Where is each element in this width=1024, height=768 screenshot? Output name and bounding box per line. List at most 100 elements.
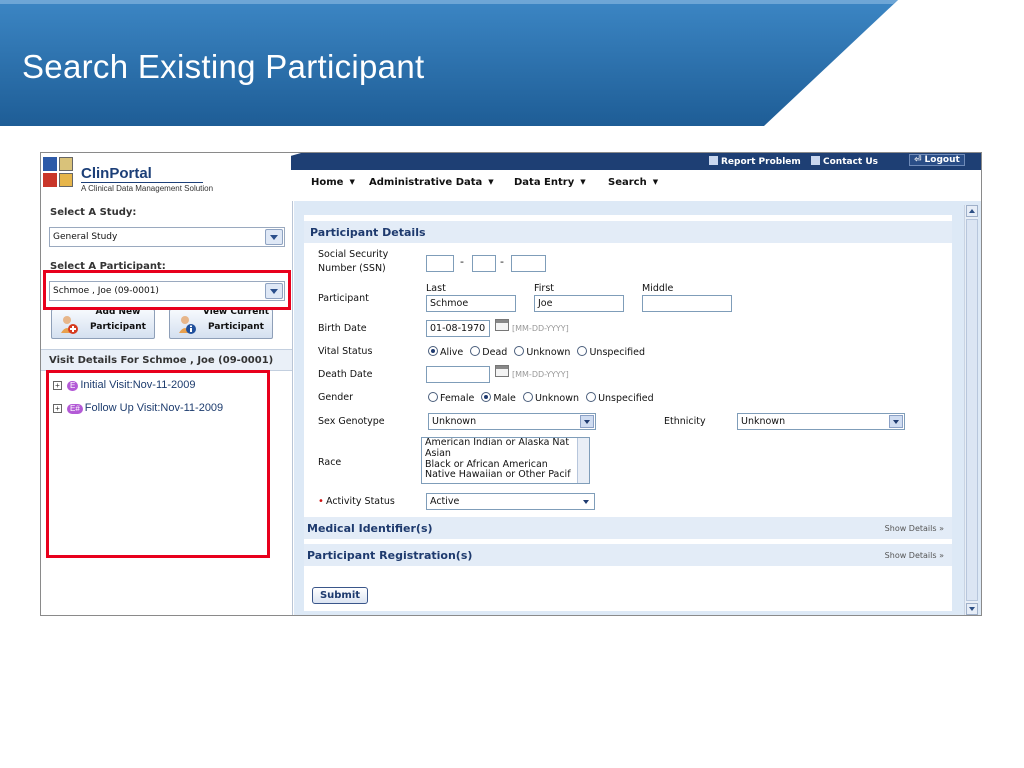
participant-registrations-header[interactable]: Participant Registration(s) Show Details… bbox=[304, 544, 952, 566]
show-details-toggle[interactable]: Show Details » bbox=[885, 551, 944, 560]
ssn-part3-input[interactable] bbox=[511, 255, 546, 272]
last-name-input[interactable]: Schmoe bbox=[426, 295, 516, 312]
sex-genotype-label: Sex Genotype bbox=[318, 416, 385, 427]
date-format-hint: [MM-DD-YYYY] bbox=[512, 370, 569, 379]
first-name-label: First bbox=[534, 283, 554, 294]
logo[interactable]: ClinPortal A Clinical Data Management So… bbox=[41, 153, 291, 201]
logo-name: ClinPortal bbox=[81, 165, 152, 182]
ssn-part1-input[interactable] bbox=[426, 255, 454, 272]
vital-unknown-radio[interactable]: Unknown bbox=[514, 346, 570, 358]
gender-male-radio[interactable]: Male bbox=[481, 392, 516, 404]
ethnicity-select[interactable]: Unknown bbox=[737, 413, 905, 430]
scroll-thumb[interactable] bbox=[966, 219, 978, 601]
race-option[interactable]: Asian bbox=[422, 448, 589, 460]
middle-name-input[interactable] bbox=[642, 295, 732, 312]
menu-search[interactable]: Search ▼ bbox=[608, 177, 658, 188]
calendar-icon[interactable] bbox=[495, 365, 509, 377]
slide-banner: Search Existing Participant bbox=[0, 0, 900, 128]
clinportal-window: ClinPortal A Clinical Data Management So… bbox=[40, 152, 982, 616]
death-date-input[interactable] bbox=[426, 366, 490, 383]
death-date-label: Death Date bbox=[318, 369, 373, 380]
caret-down-icon: ▼ bbox=[580, 178, 586, 186]
user-info-icon bbox=[179, 316, 196, 334]
report-icon bbox=[709, 156, 718, 165]
logout-icon: ⏎ bbox=[914, 155, 922, 165]
radio-icon bbox=[577, 346, 588, 356]
gender-unspecified-radio[interactable]: Unspecified bbox=[586, 392, 654, 404]
ethnicity-label: Ethnicity bbox=[664, 416, 706, 427]
participant-form: Participant Details Social Security Numb… bbox=[304, 215, 952, 611]
medical-identifiers-header[interactable]: Medical Identifier(s) Show Details » bbox=[304, 517, 952, 539]
show-details-toggle[interactable]: Show Details » bbox=[885, 524, 944, 533]
study-select[interactable]: General Study bbox=[49, 227, 285, 247]
radio-icon bbox=[522, 392, 533, 402]
middle-name-label: Middle bbox=[642, 283, 674, 294]
race-label: Race bbox=[318, 457, 342, 468]
birth-date-label: Birth Date bbox=[318, 323, 367, 334]
ssn-part2-input[interactable] bbox=[472, 255, 496, 272]
chevron-down-icon bbox=[579, 495, 593, 508]
vital-unspecified-radio[interactable]: Unspecified bbox=[577, 346, 645, 358]
race-listbox[interactable]: American Indian or Alaska Nat Asian Blac… bbox=[421, 437, 590, 484]
submit-button[interactable]: Submit bbox=[312, 587, 368, 604]
radio-icon bbox=[428, 392, 438, 402]
logo-icon bbox=[43, 173, 57, 187]
add-user-icon bbox=[61, 316, 78, 334]
logo-icon bbox=[59, 173, 73, 187]
chevron-down-icon[interactable] bbox=[265, 229, 283, 245]
vital-status-label: Vital Status bbox=[318, 346, 373, 357]
slide-title: Search Existing Participant bbox=[22, 48, 425, 85]
add-new-participant-button[interactable]: Add New Participant bbox=[51, 309, 155, 339]
required-icon: • bbox=[318, 496, 324, 507]
caret-down-icon: ▼ bbox=[652, 178, 659, 186]
calendar-icon[interactable] bbox=[495, 319, 509, 331]
gender-female-radio[interactable]: Female bbox=[428, 392, 474, 404]
participant-form-panel: Participant Details Social Security Numb… bbox=[294, 201, 981, 615]
study-label: Select A Study: bbox=[50, 207, 137, 218]
double-chevron-down-icon: » bbox=[939, 551, 944, 560]
race-option[interactable]: Native Hawaiian or Other Pacif bbox=[422, 470, 589, 481]
first-name-input[interactable]: Joe bbox=[534, 295, 624, 312]
logout-button[interactable]: ⏎ Logout bbox=[909, 154, 965, 166]
radio-icon bbox=[514, 346, 525, 356]
vital-alive-radio[interactable]: Alive bbox=[428, 346, 463, 358]
content-scrollbar[interactable] bbox=[964, 205, 978, 615]
race-scrollbar[interactable] bbox=[577, 438, 589, 483]
logo-icon bbox=[43, 157, 57, 171]
scroll-up-icon[interactable] bbox=[966, 205, 978, 217]
logo-icon bbox=[59, 157, 73, 171]
visit-details-header: Visit Details For Schmoe , Joe (09-0001) bbox=[41, 349, 292, 371]
scroll-down-icon[interactable] bbox=[966, 603, 978, 615]
vital-dead-radio[interactable]: Dead bbox=[470, 346, 507, 358]
radio-icon bbox=[586, 392, 597, 402]
highlight-participant-select bbox=[43, 270, 291, 310]
radio-checked-icon bbox=[481, 392, 492, 402]
chevron-down-icon bbox=[580, 415, 594, 428]
view-current-participant-button[interactable]: View Current Participant bbox=[169, 309, 273, 339]
menu-home[interactable]: Home ▼ bbox=[311, 177, 355, 188]
ssn-label: Number (SSN) bbox=[318, 263, 386, 274]
sex-genotype-select[interactable]: Unknown bbox=[428, 413, 596, 430]
logo-tagline: A Clinical Data Management Solution bbox=[81, 184, 214, 193]
menu-data-entry[interactable]: Data Entry ▼ bbox=[514, 177, 586, 188]
birth-date-input[interactable]: 01-08-1970 bbox=[426, 320, 490, 337]
gender-label: Gender bbox=[318, 392, 354, 403]
radio-checked-icon bbox=[428, 346, 438, 356]
menu-administrative-data[interactable]: Administrative Data ▼ bbox=[369, 177, 494, 188]
radio-icon bbox=[470, 346, 481, 356]
highlight-visit-tree bbox=[46, 370, 270, 558]
app-header: ClinPortal A Clinical Data Management So… bbox=[41, 153, 981, 201]
activity-status-select[interactable]: Active bbox=[426, 493, 595, 510]
last-name-label: Last bbox=[426, 283, 446, 294]
participant-name-label: Participant bbox=[318, 293, 369, 304]
caret-down-icon: ▼ bbox=[488, 178, 494, 186]
ssn-label: Social Security bbox=[318, 249, 389, 260]
date-format-hint: [MM-DD-YYYY] bbox=[512, 324, 569, 333]
mail-icon bbox=[811, 156, 820, 165]
gender-unknown-radio[interactable]: Unknown bbox=[522, 392, 579, 404]
chevron-down-icon bbox=[889, 415, 903, 428]
caret-down-icon: ▼ bbox=[349, 178, 355, 186]
contact-us-link[interactable]: Contact Us bbox=[811, 156, 878, 167]
report-problem-link[interactable]: Report Problem bbox=[709, 156, 801, 167]
participant-details-header: Participant Details bbox=[304, 221, 952, 243]
